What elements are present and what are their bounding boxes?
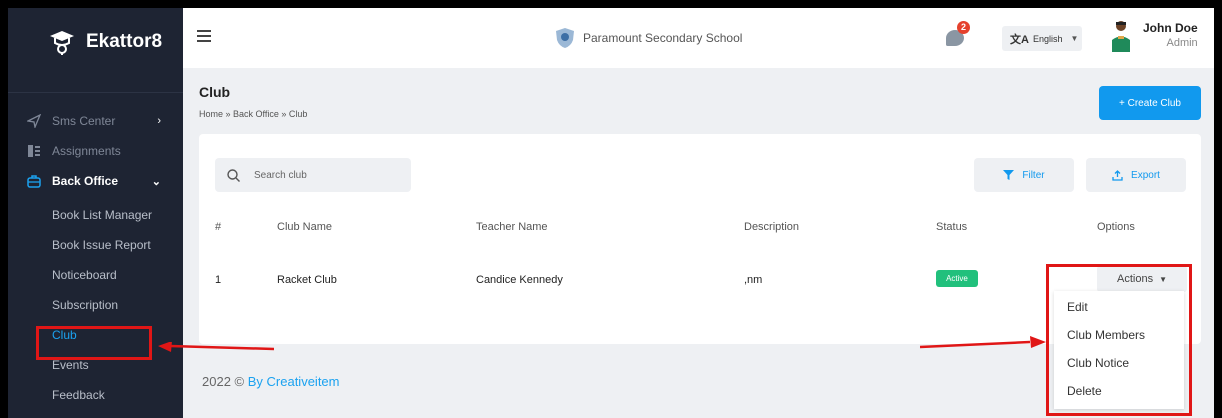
user-role: Admin <box>1166 37 1198 49</box>
filter-label: Filter <box>1022 169 1045 181</box>
sidebar-subitem-book-issue-report[interactable]: Book Issue Report <box>8 230 183 260</box>
search-input[interactable] <box>254 169 394 181</box>
chevron-down-icon: ⌄ <box>151 175 161 188</box>
school-shield-icon <box>556 28 574 48</box>
column-header-options: Options <box>1097 221 1135 233</box>
highlight-box-club-nav <box>36 326 152 360</box>
app-frame: Ekattor8 Sms Center › Assignments Back O… <box>8 8 1214 418</box>
footer-link[interactable]: By Creativeitem <box>248 374 340 389</box>
briefcase-icon <box>26 173 42 189</box>
notification-button[interactable]: 2 <box>946 21 970 48</box>
filter-icon <box>1003 170 1015 180</box>
create-club-button[interactable]: + Create Club <box>1099 86 1201 120</box>
notification-badge: 2 <box>957 21 970 34</box>
sidebar-item-label: Back Office <box>52 174 119 188</box>
arrow-left <box>158 341 275 353</box>
upload-icon <box>1112 169 1123 181</box>
page-title: Club <box>199 84 231 100</box>
sidebar-item-label: Assignments <box>52 144 121 158</box>
sidebar-submenu: Book List Manager Book Issue Report Noti… <box>8 200 183 410</box>
search-box <box>215 158 411 192</box>
sidebar-divider <box>8 92 183 93</box>
footer: 2022 © By Creativeitem <box>202 374 339 389</box>
column-header-status: Status <box>936 221 968 233</box>
user-menu[interactable]: John Doe Admin <box>1109 18 1198 52</box>
row-club-name: Racket Club <box>277 274 337 286</box>
sidebar-subitem-book-list-manager[interactable]: Book List Manager <box>8 200 183 230</box>
user-name: John Doe <box>1143 21 1198 35</box>
school-name: Paramount Secondary School <box>555 27 742 49</box>
sidebar-item-back-office[interactable]: Back Office ⌄ <box>8 166 183 196</box>
column-header-club-name: Club Name <box>277 221 333 233</box>
assignment-icon <box>26 143 42 159</box>
breadcrumb: Home » Back Office » Club <box>199 109 308 119</box>
chevron-right-icon: › <box>157 115 161 127</box>
row-teacher-name: Candice Kennedy <box>476 274 563 286</box>
search-icon <box>227 168 240 182</box>
column-header-description: Description <box>744 221 800 233</box>
highlight-box-actions <box>1046 264 1192 416</box>
sidebar-nav: Sms Center › Assignments Back Office ⌄ B… <box>8 106 183 410</box>
school-name-label: Paramount Secondary School <box>583 31 743 45</box>
export-button[interactable]: Export <box>1086 158 1186 192</box>
footer-text: 2022 © <box>202 374 248 389</box>
sidebar-subitem-feedback[interactable]: Feedback <box>8 380 183 410</box>
sidebar-subitem-noticeboard[interactable]: Noticeboard <box>8 260 183 290</box>
avatar <box>1109 18 1133 52</box>
sidebar-item-sms-center[interactable]: Sms Center › <box>8 106 183 136</box>
translate-icon: 文A <box>1010 33 1029 46</box>
export-label: Export <box>1131 169 1160 181</box>
column-header-number: # <box>215 221 222 233</box>
filter-button[interactable]: Filter <box>974 158 1074 192</box>
sidebar-subitem-subscription[interactable]: Subscription <box>8 290 183 320</box>
sidebar-item-label: Sms Center <box>52 114 116 128</box>
row-description: ,nm <box>744 274 763 286</box>
language-label: English <box>1032 33 1063 44</box>
status-badge: Active <box>936 270 978 287</box>
brand-name: Ekattor8 <box>86 31 163 52</box>
menu-toggle-icon[interactable] <box>197 30 211 42</box>
graduation-cap-icon <box>50 31 74 55</box>
column-header-teacher-name: Teacher Name <box>476 221 548 233</box>
top-bar: Paramount Secondary School 2 文A English … <box>183 8 1214 68</box>
caret-down-icon: ▼ <box>1070 34 1079 43</box>
sidebar-item-assignments[interactable]: Assignments <box>8 136 183 166</box>
language-select[interactable]: 文A English ▼ <box>1002 26 1082 51</box>
arrow-right <box>919 336 1046 350</box>
brand-logo[interactable]: Ekattor8 <box>48 28 162 56</box>
send-icon <box>26 113 42 129</box>
row-number: 1 <box>215 274 222 286</box>
